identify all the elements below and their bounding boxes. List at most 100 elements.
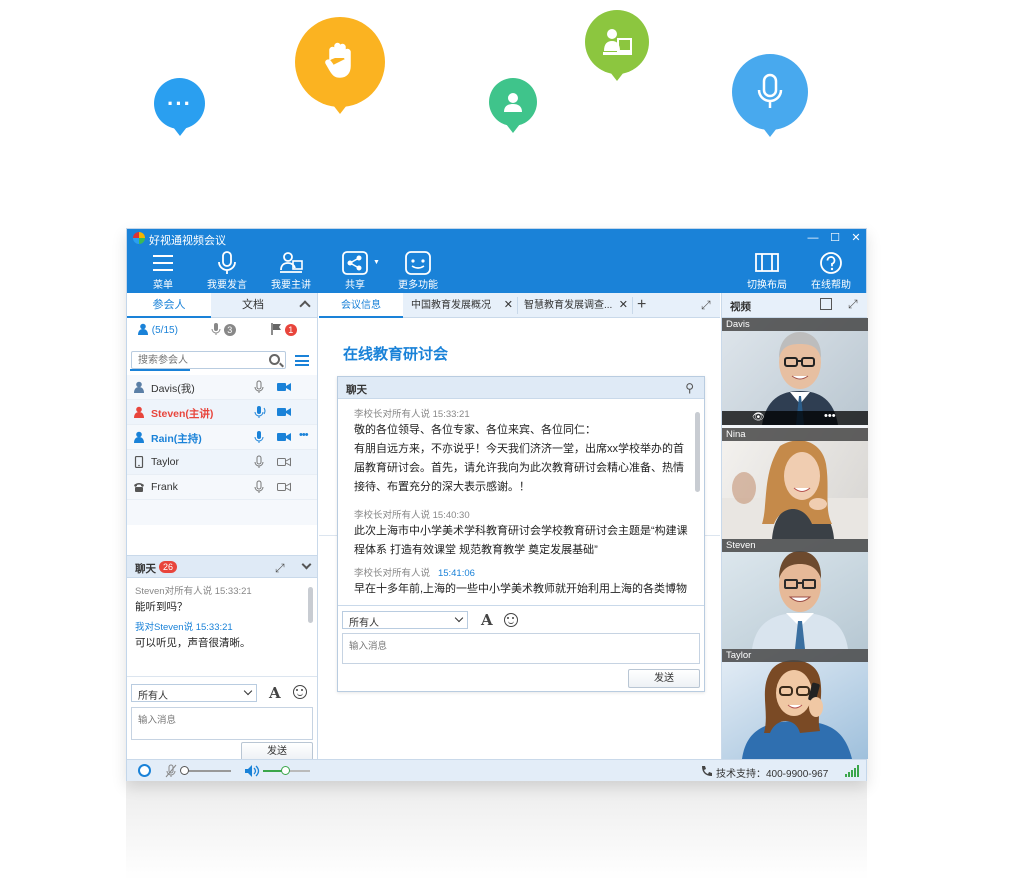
unread-count-badge: 26 bbox=[159, 561, 178, 573]
tab-separator bbox=[632, 297, 633, 314]
video-tile[interactable]: Nina bbox=[722, 428, 868, 539]
window-title: 好视通视频会议 bbox=[149, 235, 226, 247]
emoji-icon[interactable] bbox=[504, 613, 518, 627]
tab-document[interactable]: 中国教育发展概况 ✕ bbox=[411, 293, 517, 318]
camera-icon[interactable] bbox=[277, 432, 291, 442]
participant-search[interactable] bbox=[131, 351, 286, 369]
request-host-button[interactable]: 我要主讲 bbox=[263, 247, 319, 293]
side-chat-input[interactable] bbox=[131, 707, 313, 740]
presenter-icon bbox=[280, 252, 303, 273]
online-help-button[interactable]: 在线帮助 bbox=[803, 247, 859, 293]
share-dropdown-icon[interactable]: ▼ bbox=[373, 259, 380, 266]
side-chat-scrollbar[interactable] bbox=[308, 587, 313, 623]
mic-muted-icon[interactable] bbox=[165, 764, 177, 778]
tab-participants[interactable]: 参会人 bbox=[127, 293, 211, 318]
add-tab-icon[interactable]: + bbox=[637, 296, 646, 314]
user-icon bbox=[134, 381, 144, 393]
side-chat-textarea[interactable] bbox=[132, 708, 312, 739]
participant-row[interactable]: Frank bbox=[127, 475, 317, 500]
message-meta: Steven对所有人说 15:33:21 bbox=[135, 586, 252, 597]
mic-count-badge: 3 bbox=[223, 324, 236, 336]
speaker-volume-knob[interactable] bbox=[281, 766, 290, 775]
chat-bubble-icon: ··· bbox=[154, 78, 205, 136]
presenter-bubble-icon bbox=[585, 10, 649, 81]
mic-icon bbox=[757, 73, 783, 108]
mic-icon[interactable] bbox=[254, 430, 264, 444]
popout-icon[interactable]: ⤢ bbox=[275, 561, 285, 576]
chevron-down-icon[interactable] bbox=[301, 559, 312, 570]
font-icon[interactable]: A bbox=[269, 684, 281, 702]
mic-icon[interactable] bbox=[254, 380, 264, 394]
speaker-icon[interactable] bbox=[244, 764, 260, 778]
presenter-user-icon bbox=[134, 406, 144, 418]
collapse-panel-icon[interactable] bbox=[299, 300, 311, 312]
participant-name: Steven(主讲) bbox=[151, 408, 214, 420]
video-tile[interactable]: Steven bbox=[722, 539, 868, 649]
search-icon[interactable] bbox=[269, 354, 280, 365]
more-functions-button[interactable]: 更多功能 bbox=[390, 247, 446, 293]
grid-view-icon[interactable] bbox=[820, 298, 832, 310]
recipient-select[interactable]: 所有人 bbox=[342, 611, 468, 629]
pin-icon[interactable]: ⚲ bbox=[685, 381, 694, 395]
meeting-chat-textarea[interactable] bbox=[343, 634, 699, 663]
close-tab-icon[interactable]: ✕ bbox=[619, 293, 628, 318]
close-tab-icon[interactable]: ✕ bbox=[504, 293, 513, 318]
camera-icon[interactable] bbox=[277, 382, 291, 392]
close-icon[interactable]: ✕ bbox=[849, 230, 863, 246]
more-options-icon[interactable]: ••• bbox=[824, 410, 836, 422]
request-speak-button[interactable]: 我要发言 bbox=[199, 247, 255, 293]
message-meta: 我对Steven说 15:33:21 bbox=[135, 622, 233, 633]
tab-documents[interactable]: 文档 bbox=[211, 293, 295, 318]
expand-icon[interactable]: ⤢ bbox=[701, 298, 711, 313]
menu-button[interactable]: 菜单 bbox=[135, 247, 191, 293]
mic-icon[interactable] bbox=[254, 480, 264, 494]
app-logo-icon bbox=[133, 232, 145, 244]
video-tile[interactable]: Davis 👁 ••• bbox=[722, 318, 868, 425]
camera-status-icon[interactable] bbox=[138, 764, 151, 777]
signal-strength-icon bbox=[845, 765, 859, 777]
more-options-icon[interactable]: ••• bbox=[299, 429, 309, 441]
tab-meeting-info[interactable]: 会议信息 bbox=[319, 293, 403, 318]
left-tabs: 参会人 文档 bbox=[127, 293, 317, 318]
camera-icon[interactable] bbox=[277, 407, 291, 417]
meeting-chat-scrollbar[interactable] bbox=[695, 412, 700, 492]
switch-layout-button[interactable]: 切换布局 bbox=[739, 247, 795, 293]
support-hotline: 技术支持：400-9900-967 bbox=[716, 769, 829, 780]
video-controls: 👁 ••• bbox=[722, 410, 868, 425]
filter-all[interactable]: (5/15) bbox=[137, 323, 178, 343]
participant-search-input[interactable] bbox=[138, 353, 258, 367]
layout-icon bbox=[755, 253, 779, 272]
chat-message: 我对Steven说 15:33:21 可以听见，声音很清晰。 bbox=[135, 619, 251, 650]
expand-icon[interactable]: ⤢ bbox=[848, 297, 858, 312]
meeting-chat-input[interactable] bbox=[342, 633, 700, 664]
video-tile[interactable]: Taylor bbox=[722, 649, 868, 759]
participant-row[interactable]: Steven(主讲) bbox=[127, 400, 317, 425]
filter-raised-hands[interactable]: 1 bbox=[271, 323, 297, 343]
meeting-chat-messages: 李校长对所有人说 15:33:21 敬的各位领导、各位专家、各位来宾、各位同仁：… bbox=[338, 400, 704, 605]
video-panel: 视频 ⤢ Davis 👁 ••• Nina Steven Taylor bbox=[721, 293, 868, 759]
mic-volume-knob[interactable] bbox=[180, 766, 189, 775]
list-view-icon[interactable] bbox=[295, 355, 309, 366]
eye-icon[interactable]: 👁 bbox=[752, 412, 765, 423]
maximize-icon[interactable]: ☐ bbox=[828, 230, 842, 246]
share-button[interactable]: 共享 bbox=[327, 247, 383, 293]
participant-row[interactable]: Taylor bbox=[127, 450, 317, 475]
side-chat-header[interactable]: 聊天 26 ⤢ bbox=[127, 555, 317, 578]
minimize-icon[interactable]: — bbox=[806, 230, 820, 246]
mic-icon[interactable] bbox=[254, 455, 264, 469]
video-panel-title: 视频 bbox=[730, 301, 751, 313]
tab-document[interactable]: 智慧教育发展调查... ✕ bbox=[524, 293, 632, 318]
participant-row[interactable]: Davis(我) bbox=[127, 375, 317, 400]
filter-mic[interactable]: 3 bbox=[211, 323, 236, 343]
camera-off-icon[interactable] bbox=[277, 482, 291, 492]
participant-row[interactable]: Rain(主持) ••• bbox=[127, 425, 317, 450]
camera-off-icon[interactable] bbox=[277, 457, 291, 467]
font-icon[interactable]: A bbox=[481, 611, 493, 629]
mic-bubble-icon bbox=[732, 54, 808, 137]
meeting-send-button[interactable]: 发送 bbox=[628, 669, 700, 688]
mic-active-icon[interactable] bbox=[254, 405, 268, 419]
emoji-icon[interactable] bbox=[293, 685, 307, 699]
side-chat-messages: Steven对所有人说 15:33:21 能听到吗？ 我对Steven说 15:… bbox=[127, 579, 317, 676]
participant-name: Frank bbox=[151, 481, 178, 493]
recipient-select[interactable]: 所有人 bbox=[131, 684, 257, 702]
